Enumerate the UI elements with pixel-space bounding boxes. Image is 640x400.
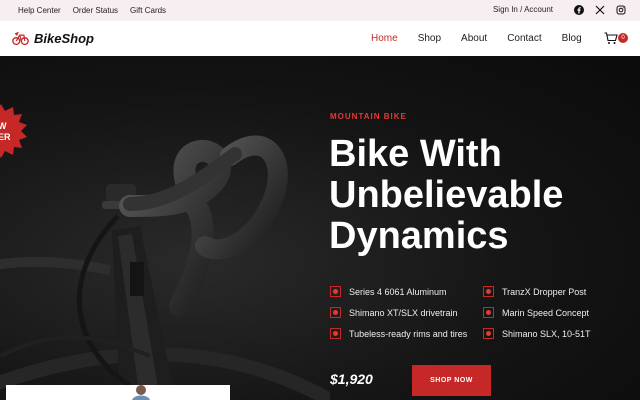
nav-about[interactable]: About xyxy=(461,33,487,44)
rider-image xyxy=(132,385,150,400)
feature-item: Tubeless-ready rims and tires xyxy=(330,328,467,339)
thumbnail-preview[interactable] xyxy=(6,385,230,400)
bullet-icon xyxy=(330,328,341,339)
help-center-link[interactable]: Help Center xyxy=(18,6,61,15)
x-icon[interactable] xyxy=(594,4,605,15)
cart-count-badge: 0 xyxy=(618,33,628,43)
gift-cards-link[interactable]: Gift Cards xyxy=(130,6,166,15)
sale-badge-text: W ER xyxy=(0,121,11,142)
shop-now-button[interactable]: SHOP NOW xyxy=(412,365,491,396)
brand-logo[interactable]: BikeShop xyxy=(12,30,94,47)
feature-item: Shimano XT/SLX drivetrain xyxy=(330,307,458,318)
bike-handlebar-image xyxy=(0,135,330,400)
headline-line: Bike With xyxy=(329,133,502,175)
utility-links: Help Center Order Status Gift Cards xyxy=(18,6,166,15)
sale-badge: W ER xyxy=(0,104,28,158)
nav-shop[interactable]: Shop xyxy=(418,33,441,44)
facebook-icon[interactable] xyxy=(573,4,584,15)
bullet-icon xyxy=(330,307,341,318)
instagram-icon[interactable] xyxy=(615,4,626,15)
brand-name: BikeShop xyxy=(34,31,94,46)
feature-item: Marin Speed Concept xyxy=(483,307,589,318)
bullet-icon xyxy=(483,307,494,318)
nav-home[interactable]: Home xyxy=(371,33,398,44)
nav-contact[interactable]: Contact xyxy=(507,33,541,44)
utility-right: Sign In / Account xyxy=(493,4,626,15)
feature-item: Shimano SLX, 10-51T xyxy=(483,328,591,339)
hero-eyebrow: MOUNTAIN BIKE xyxy=(330,112,407,121)
product-price: $1,920 xyxy=(330,371,373,387)
nav-blog[interactable]: Blog xyxy=(562,33,582,44)
sign-in-link[interactable]: Sign In / Account xyxy=(493,5,553,14)
bullet-icon xyxy=(330,286,341,297)
headline-line: Unbelievable xyxy=(329,174,564,216)
hero-headline: Bike With Unbelievable Dynamics xyxy=(329,134,629,257)
bullet-icon xyxy=(483,328,494,339)
cart-icon xyxy=(604,32,618,44)
feature-item: Series 4 6061 Aluminum xyxy=(330,286,447,297)
hero-section: W ER MOUNTAIN BIKE Bike With Unbelievabl… xyxy=(0,56,640,400)
bike-logo-icon xyxy=(12,31,29,46)
feature-item: TranzX Dropper Post xyxy=(483,286,586,297)
bullet-icon xyxy=(483,286,494,297)
order-status-link[interactable]: Order Status xyxy=(73,6,118,15)
cart-button[interactable]: 0 xyxy=(604,31,630,47)
main-navbar: BikeShop Home Shop About Contact Blog 0 xyxy=(0,21,640,56)
utility-bar: Help Center Order Status Gift Cards Sign… xyxy=(0,0,640,21)
headline-line: Dynamics xyxy=(329,215,509,257)
primary-nav: Home Shop About Contact Blog xyxy=(371,33,602,44)
